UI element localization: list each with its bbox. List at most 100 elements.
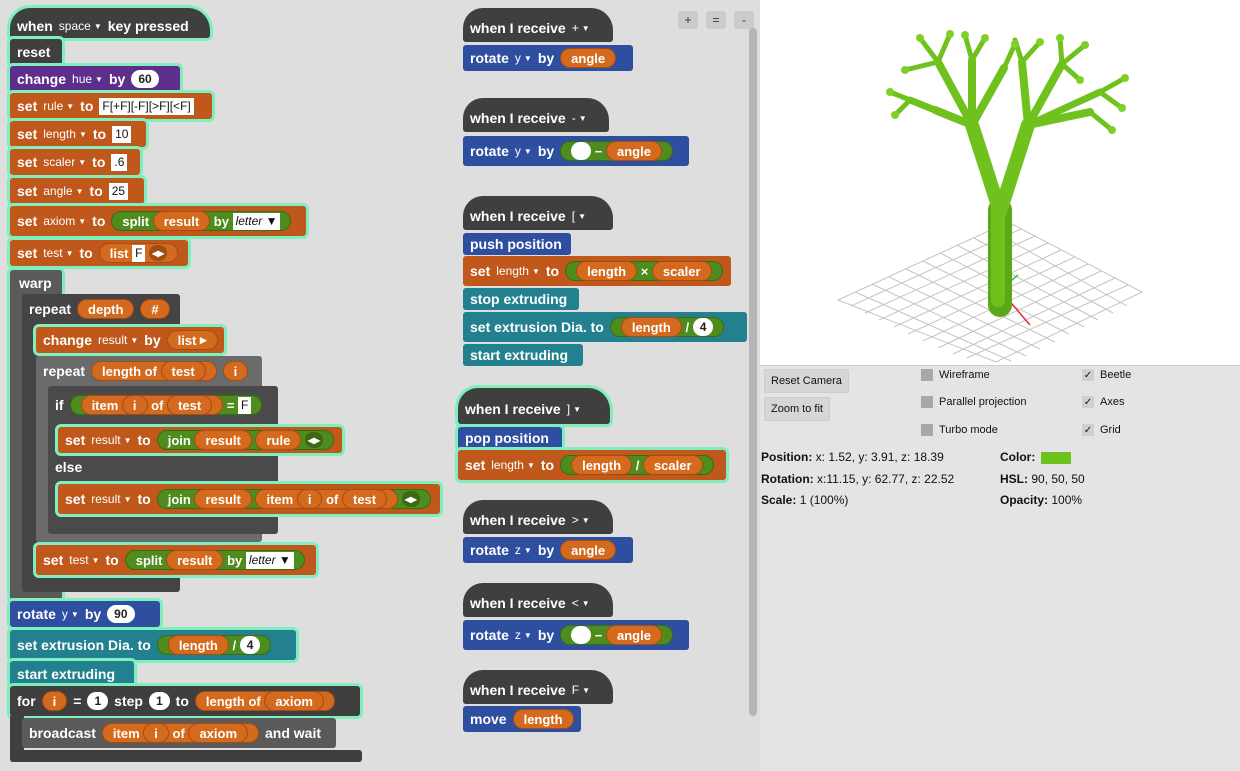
msg-dropdown-gt[interactable]: > ▼ bbox=[572, 513, 590, 527]
set-result-join-rule[interactable]: set result ▼ to join result rule ◀▶ bbox=[58, 427, 342, 453]
for-i-var[interactable]: i bbox=[41, 691, 68, 711]
msg-dropdown-plus[interactable]: + ▼ bbox=[572, 21, 590, 35]
length-input[interactable]: 10 bbox=[112, 125, 132, 143]
split-reporter[interactable]: split result by letter ▼ bbox=[111, 211, 292, 231]
set-length-block[interactable]: set length ▼ to 10 bbox=[10, 121, 146, 147]
receive-lt-hat[interactable]: when I receive < ▼ bbox=[463, 583, 613, 617]
msg-dropdown-lt[interactable]: < ▼ bbox=[572, 596, 590, 610]
letter-dropdown[interactable]: letter ▼ bbox=[232, 212, 281, 230]
broadcast-block[interactable]: broadcast item i of axiom and wait bbox=[22, 718, 336, 748]
script-area[interactable]: when space ▼ key pressed reset change hue… bbox=[0, 0, 760, 771]
item-axiom-reporter[interactable]: item i of axiom bbox=[101, 723, 260, 743]
set-test-block[interactable]: set test ▼ to list F ◀▶ bbox=[10, 240, 188, 266]
repeat-depth-header[interactable]: repeat depth # bbox=[22, 296, 180, 322]
result-dropdown-2[interactable]: result ▼ bbox=[91, 433, 131, 447]
angle-dropdown[interactable]: angle ▼ bbox=[43, 184, 83, 198]
msg-dropdown-f[interactable]: F ▼ bbox=[572, 683, 590, 697]
change-result-block[interactable]: change result ▼ by list ▸ bbox=[36, 327, 224, 353]
beetle-checkbox[interactable]: ✓ Beetle bbox=[1082, 369, 1131, 381]
wireframe-checkbox[interactable]: Wireframe bbox=[921, 369, 990, 381]
set-length-times-scaler[interactable]: set length ▼ to length × scaler bbox=[463, 256, 731, 286]
rotate-y-block[interactable]: rotate y ▼ by 90 bbox=[10, 601, 160, 627]
i-var[interactable]: i bbox=[222, 361, 249, 381]
for-loop-block[interactable]: for i = 1 step 1 to length of axiom bbox=[10, 686, 360, 716]
set-extrusion-block[interactable]: set extrusion Dia. to length / 4 bbox=[10, 630, 296, 660]
set-length-div-scaler[interactable]: set length ▼ to length / scaler bbox=[458, 450, 726, 480]
set-angle-block[interactable]: set angle ▼ to 25 bbox=[10, 178, 144, 204]
rotate-y-neg-angle[interactable]: rotate y ▼ by − angle bbox=[463, 136, 689, 166]
angle-var[interactable]: angle bbox=[560, 48, 617, 68]
hash-var[interactable]: # bbox=[140, 299, 170, 319]
hue-value[interactable]: 60 bbox=[131, 70, 159, 88]
change-hue-block[interactable]: change hue ▼ by 60 bbox=[10, 66, 180, 92]
receive-f-hat[interactable]: when I receive F ▼ bbox=[463, 670, 613, 704]
rotate-value[interactable]: 90 bbox=[107, 605, 135, 623]
reset-camera-button[interactable]: Reset Camera bbox=[764, 369, 849, 393]
msg-dropdown-close[interactable]: ] ▼ bbox=[567, 402, 581, 416]
3d-stage[interactable] bbox=[760, 0, 1240, 365]
zoom-out-button[interactable]: - bbox=[734, 11, 754, 29]
move-length-block[interactable]: move length bbox=[463, 706, 581, 732]
receive-close-bracket-hat[interactable]: when I receive ] ▼ bbox=[458, 388, 610, 424]
test-dropdown-2[interactable]: test ▼ bbox=[69, 553, 99, 567]
length-of-reporter[interactable]: length of test bbox=[91, 361, 217, 381]
rotate-y-angle[interactable]: rotate y ▼ by angle bbox=[463, 45, 633, 71]
axiom-dropdown[interactable]: axiom ▼ bbox=[43, 214, 86, 228]
rule-dropdown[interactable]: rule ▼ bbox=[43, 99, 74, 113]
parallel-projection-checkbox[interactable]: Parallel projection bbox=[921, 396, 1026, 408]
set-scaler-block[interactable]: set scaler ▼ to .6 bbox=[10, 149, 140, 175]
receive-open-bracket-hat[interactable]: when I receive [▼ bbox=[463, 196, 613, 230]
result-var[interactable]: result bbox=[152, 211, 211, 231]
zoom-to-fit-button[interactable]: Zoom to fit bbox=[764, 397, 830, 421]
receive-gt-hat[interactable]: when I receive > ▼ bbox=[463, 500, 613, 534]
divide-reporter[interactable]: length / 4 bbox=[156, 635, 272, 655]
grid-checkbox[interactable]: ✓ Grid bbox=[1082, 424, 1121, 436]
set-result-join-item[interactable]: set result ▼ to join result item i of tes… bbox=[58, 484, 440, 514]
rotate-z-angle[interactable]: rotate z ▼ by angle bbox=[463, 537, 633, 563]
msg-dropdown-minus[interactable]: - ▼ bbox=[572, 111, 587, 125]
list-reporter-2[interactable]: list ▸ bbox=[166, 330, 218, 350]
set-axiom-block[interactable]: set axiom ▼ to split result by letter ▼ bbox=[10, 206, 306, 236]
repeat-length-header[interactable]: repeat length of test i bbox=[36, 358, 262, 384]
join-reporter[interactable]: join result rule ◀▶ bbox=[156, 430, 334, 450]
split-reporter-2[interactable]: split result by letter ▼ bbox=[124, 550, 305, 570]
pop-position-block[interactable]: pop position bbox=[458, 427, 562, 449]
script-scrollbar[interactable] bbox=[749, 28, 757, 716]
stop-extruding-block[interactable]: stop extruding bbox=[463, 288, 579, 310]
zoom-in-button[interactable]: + bbox=[678, 11, 698, 29]
rule-text-input[interactable]: F[+F][-F][>F][<F] bbox=[99, 97, 194, 115]
angle-input[interactable]: 25 bbox=[108, 182, 129, 200]
if-header[interactable]: if item i of test = F bbox=[48, 390, 278, 420]
when-key-pressed-hat[interactable]: when space ▼ key pressed bbox=[10, 8, 210, 38]
result-dropdown-3[interactable]: result ▼ bbox=[91, 492, 131, 506]
list-reporter[interactable]: list F ◀▶ bbox=[98, 243, 179, 263]
equals-predicate[interactable]: item i of test = F bbox=[69, 395, 263, 415]
arrows-icon[interactable]: ◀▶ bbox=[149, 245, 168, 261]
join-reporter-2[interactable]: join result item i of test ◀▶ bbox=[156, 489, 431, 509]
start-extruding-block-2[interactable]: start extruding bbox=[463, 344, 583, 366]
item-reporter[interactable]: item i of test bbox=[80, 395, 224, 415]
test-dropdown[interactable]: test ▼ bbox=[43, 246, 73, 260]
msg-dropdown-open[interactable]: [▼ bbox=[572, 209, 586, 223]
scaler-input[interactable]: .6 bbox=[111, 153, 128, 171]
set-test-split-block[interactable]: set test ▼ to split result by letter ▼ bbox=[36, 545, 316, 575]
set-extrusion-block-2[interactable]: set extrusion Dia. to length / 4 bbox=[463, 312, 747, 342]
axes-checkbox[interactable]: ✓ Axes bbox=[1082, 396, 1124, 408]
receive-plus-hat[interactable]: when I receive + ▼ bbox=[463, 8, 613, 42]
push-position-block[interactable]: push position bbox=[463, 233, 571, 255]
zoom-reset-button[interactable]: = bbox=[706, 11, 726, 29]
scaler-dropdown[interactable]: scaler ▼ bbox=[43, 155, 86, 169]
depth-var[interactable]: depth bbox=[77, 299, 135, 319]
turbo-mode-checkbox[interactable]: Turbo mode bbox=[921, 424, 998, 436]
length-of-axiom[interactable]: length of axiom bbox=[194, 691, 335, 711]
color-swatch[interactable] bbox=[1041, 451, 1072, 464]
length-dropdown[interactable]: length ▼ bbox=[43, 127, 87, 141]
key-dropdown[interactable]: space ▼ bbox=[59, 19, 102, 33]
rotate-z-neg-angle[interactable]: rotate z ▼ by − angle bbox=[463, 620, 689, 650]
hue-dropdown[interactable]: hue ▼ bbox=[72, 72, 103, 86]
set-rule-block[interactable]: set rule ▼ to F[+F][-F][>F][<F] bbox=[10, 93, 212, 119]
result-dropdown[interactable]: result ▼ bbox=[98, 333, 138, 347]
receive-minus-hat[interactable]: when I receive - ▼ bbox=[463, 98, 609, 132]
reset-block[interactable]: reset bbox=[10, 39, 62, 65]
start-extruding-block[interactable]: start extruding bbox=[10, 661, 134, 687]
